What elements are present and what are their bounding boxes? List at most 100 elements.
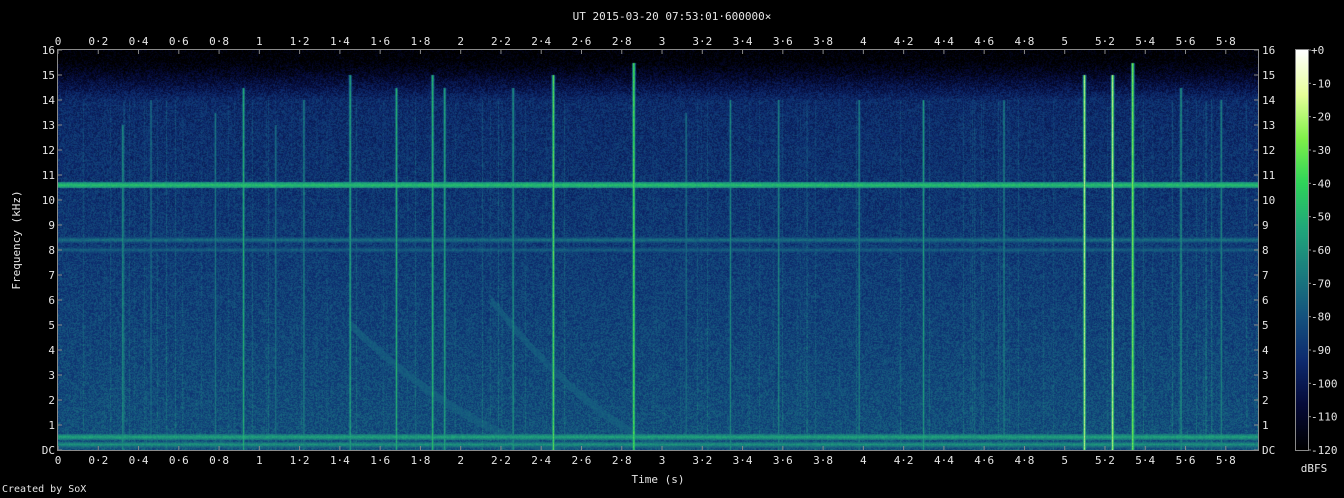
x-tick-label-top: 5·6 [1176, 35, 1196, 48]
x-tick-label-bottom: 2·4 [531, 454, 551, 467]
x-tick-label-bottom: 5·2 [1095, 454, 1115, 467]
x-tick-label-bottom: 4·6 [974, 454, 994, 467]
x-tick-label-bottom: 1·6 [370, 454, 390, 467]
x-tick-label-top: 3 [659, 35, 666, 48]
y-tick-label-right: 9 [1262, 219, 1269, 232]
y-tick-label-left: 3 [48, 369, 55, 382]
x-tick-label-bottom: 0·4 [129, 454, 149, 467]
x-tick-label-top: 5·4 [1135, 35, 1155, 48]
x-tick-label-bottom: 1·2 [290, 454, 310, 467]
x-tick-label-top: 3·2 [692, 35, 712, 48]
x-tick-label-bottom: 5·4 [1135, 454, 1155, 467]
y-tick-label-left: 2 [48, 394, 55, 407]
y-tick-label-right: 14 [1262, 94, 1276, 107]
x-tick-label-top: 5·2 [1095, 35, 1115, 48]
x-tick-label-top: 0·8 [209, 35, 229, 48]
y-tick-label-right: 7 [1262, 269, 1269, 282]
x-tick-label-bottom: 1·4 [330, 454, 350, 467]
colorbar-tick-label: +0 [1311, 44, 1324, 57]
x-tick-label-bottom: 4·8 [1015, 454, 1035, 467]
x-tick-label-top: 2 [457, 35, 464, 48]
y-tick-label-right: 2 [1262, 394, 1269, 407]
x-tick-label-bottom: 3·2 [692, 454, 712, 467]
spectrogram-chart: UT 2015-03-20 07:53:01·600000× 0 0·2 0·4 0·… [0, 0, 1344, 498]
colorbar-tick-label: -20 [1311, 111, 1331, 124]
y-tick-label-right: DC [1262, 444, 1275, 457]
colorbar [1296, 50, 1308, 450]
x-tick-label-top: 1·4 [330, 35, 350, 48]
y-tick-label-left: 1 [48, 419, 55, 432]
y-tick-label-right: 15 [1262, 69, 1275, 82]
colorbar-tick-label: -80 [1311, 311, 1331, 324]
y-tick-label-left: 6 [48, 294, 55, 307]
x-tick-label-bottom: 0·6 [169, 454, 189, 467]
x-tick-label-top: 0·2 [88, 35, 108, 48]
x-tick-label-bottom: 5 [1061, 454, 1068, 467]
x-tick-label-top: 3·6 [773, 35, 793, 48]
y-tick-label-right: 16 [1262, 44, 1275, 57]
y-tick-label-right: 12 [1262, 144, 1275, 157]
x-tick-label-top: 2·4 [531, 35, 551, 48]
x-tick-label-bottom: 3·6 [773, 454, 793, 467]
x-tick-label-bottom: 2 [457, 454, 464, 467]
x-tick-label-bottom: 3 [659, 454, 666, 467]
colorbar-label: dBFS [1301, 462, 1328, 475]
x-tick-label-top: 0·4 [129, 35, 149, 48]
x-tick-label-bottom: 4·2 [894, 454, 914, 467]
colorbar-tick-label: -60 [1311, 244, 1331, 257]
y-tick-label-right: 3 [1262, 369, 1269, 382]
colorbar-tick-label: -10 [1311, 77, 1331, 90]
y-tick-label-right: 8 [1262, 244, 1269, 257]
x-tick-label-top: 2·8 [612, 35, 632, 48]
y-tick-label-left: 12 [42, 144, 55, 157]
y-tick-label-right: 13 [1262, 119, 1275, 132]
x-tick-label-bottom: 5·6 [1176, 454, 1196, 467]
chart-title: UT 2015-03-20 07:53:01·600000× [573, 10, 772, 23]
colorbar-tick-label: -30 [1311, 144, 1331, 157]
x-tick-label-bottom: 3·8 [813, 454, 833, 467]
colorbar-tick-label: -90 [1311, 344, 1331, 357]
spectrogram-image [58, 50, 1258, 450]
x-tick-label-bottom: 4 [860, 454, 867, 467]
x-tick-label-top: 4·4 [934, 35, 954, 48]
y-tick-label-left: 7 [48, 269, 55, 282]
colorbar-tick-label: -40 [1311, 177, 1331, 190]
x-tick-label-top: 4·8 [1015, 35, 1035, 48]
x-tick-label-top: 5·8 [1216, 35, 1236, 48]
x-tick-label-top: 3·4 [733, 35, 753, 48]
y-tick-label-left: 9 [48, 219, 55, 232]
y-tick-label-left: 11 [42, 169, 55, 182]
x-tick-label-top: 2·2 [491, 35, 511, 48]
y-tick-label-left: 10 [42, 194, 55, 207]
x-tick-label-bottom: 0 [55, 454, 62, 467]
x-tick-label-bottom: 1·8 [410, 454, 430, 467]
y-tick-label-left: 14 [42, 94, 56, 107]
x-tick-label-bottom: 2·8 [612, 454, 632, 467]
x-tick-label-top: 1·6 [370, 35, 390, 48]
x-tick-label-bottom: 2·6 [572, 454, 592, 467]
x-axis-label: Time (s) [632, 473, 685, 486]
y-tick-label-left: 15 [42, 69, 55, 82]
colorbar-tick-label: -100 [1311, 377, 1338, 390]
x-tick-label-top: 1·2 [290, 35, 310, 48]
colorbar-tick-label: -120 [1311, 444, 1338, 457]
x-tick-label-top: 2·6 [572, 35, 592, 48]
x-tick-label-bottom: 0·8 [209, 454, 229, 467]
colorbar-tick-label: -110 [1311, 411, 1338, 424]
x-tick-label-bottom: 5·8 [1216, 454, 1236, 467]
y-tick-label-right: 6 [1262, 294, 1269, 307]
x-tick-label-top: 1·8 [410, 35, 430, 48]
x-tick-label-top: 0·6 [169, 35, 189, 48]
x-tick-label-bottom: 0·2 [88, 454, 108, 467]
y-axis-label: Frequency (kHz) [10, 190, 23, 289]
colorbar-tick-label: -50 [1311, 211, 1331, 224]
y-tick-label-left: 16 [42, 44, 55, 57]
x-tick-label-top: 3·8 [813, 35, 833, 48]
y-tick-label-left: DC [42, 444, 55, 457]
x-tick-label-top: 4·6 [974, 35, 994, 48]
y-tick-label-left: 5 [48, 319, 55, 332]
x-tick-label-bottom: 3·4 [733, 454, 753, 467]
credit-text: Created by SoX [2, 484, 87, 495]
x-tick-label-top: 4·2 [894, 35, 914, 48]
colorbar-tick-label: -70 [1311, 277, 1331, 290]
